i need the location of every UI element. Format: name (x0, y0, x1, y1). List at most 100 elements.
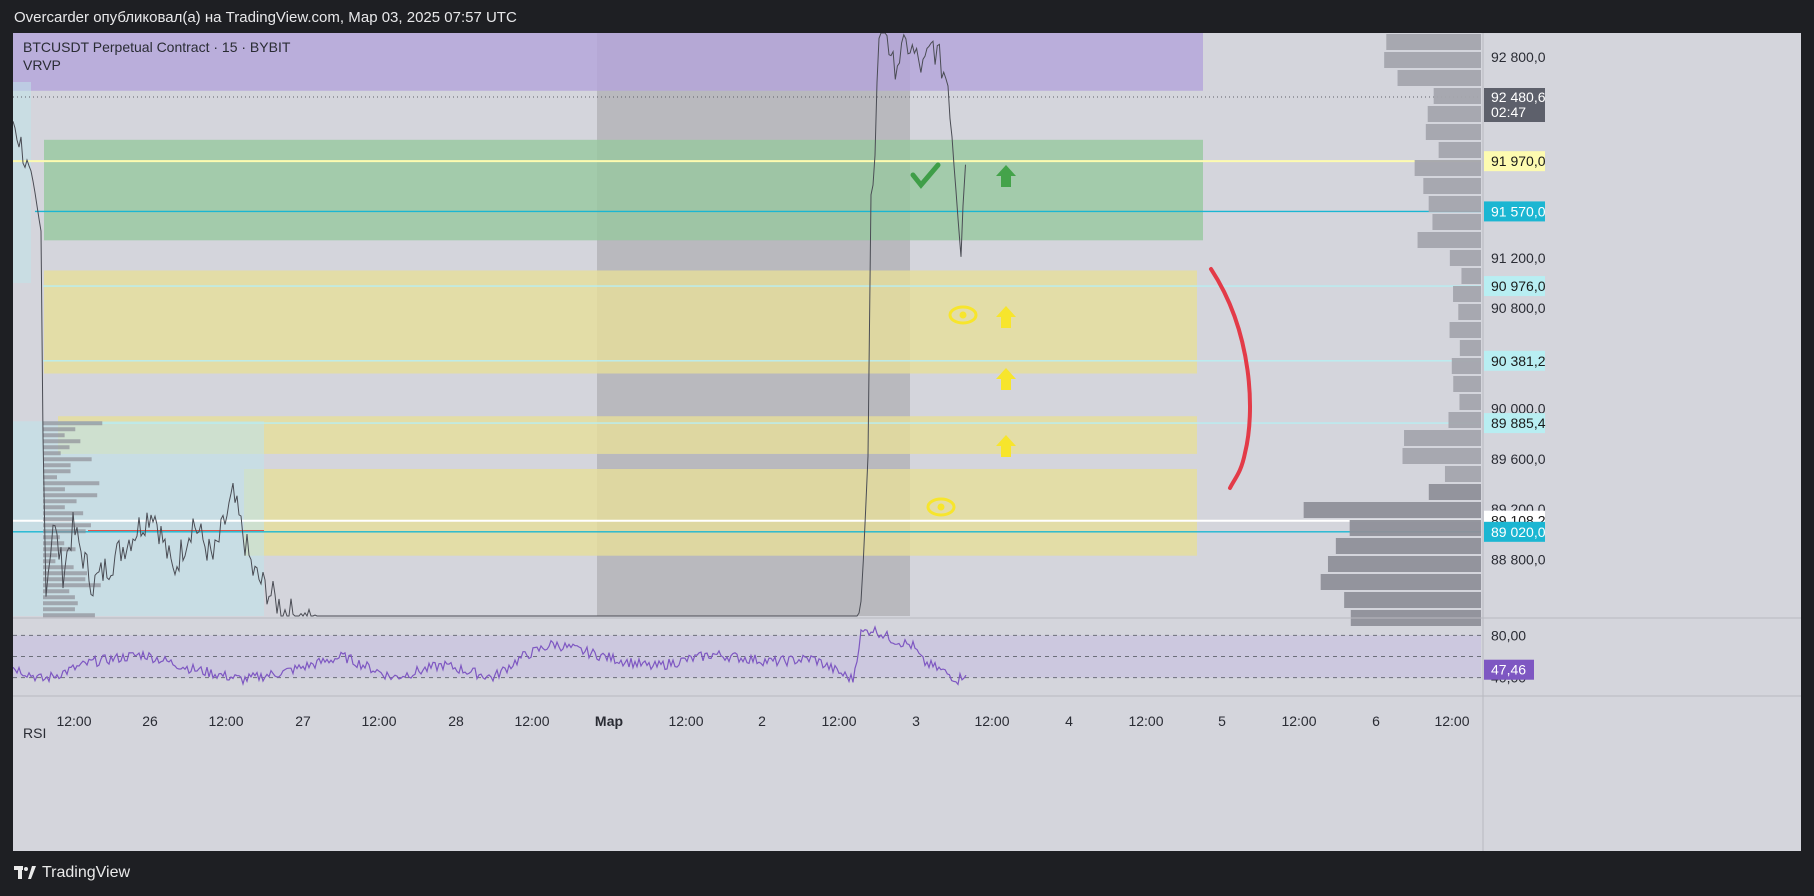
volume-profile-bar (1417, 232, 1481, 248)
publisher-line: Overcarder опубликовал(а) на TradingView… (14, 9, 517, 26)
volume-profile-bar (1433, 88, 1481, 104)
volume-profile-bar (1335, 538, 1481, 554)
rsi-legend[interactable]: RSI (23, 725, 46, 741)
volume-profile-bar (1397, 70, 1481, 86)
volume-profile-bar (1448, 412, 1481, 428)
time-tick-label: 2 (758, 713, 766, 729)
volume-profile-bar (1386, 34, 1481, 50)
time-tick-label: 26 (142, 713, 158, 729)
volume-profile-bar (1438, 142, 1481, 158)
rsi-current-label: 47,46 (1491, 662, 1526, 678)
session-volume-bar (43, 505, 65, 510)
volume-profile-bar (1451, 358, 1481, 374)
rsi-level-label: 80,00 (1491, 627, 1526, 643)
volume-profile-bar (1349, 520, 1481, 536)
volume-profile-bar (1432, 214, 1481, 230)
session-volume-bar (43, 451, 61, 456)
volume-profile-bar (1344, 592, 1481, 608)
session-volume-bar (43, 601, 78, 606)
volume-profile-bar (1453, 376, 1481, 392)
volume-profile-bar (1459, 394, 1481, 410)
volume-profile-bar (1449, 250, 1481, 266)
time-tick-label: 27 (295, 713, 311, 729)
session-volume-bar (43, 469, 71, 474)
level-badge-label: 91 570,0 (1491, 203, 1546, 219)
session-volume-bar (43, 607, 75, 612)
session-volume-bar (43, 595, 75, 600)
volume-profile-bar (1428, 196, 1481, 212)
session-volume-bar (43, 421, 103, 426)
brand-name: TradingView (42, 864, 131, 881)
volume-profile-bar (1327, 556, 1481, 572)
time-tick-label: 12:00 (208, 713, 243, 729)
level-badge-label: 90 976,0 (1491, 278, 1546, 294)
session-volume-bar (43, 583, 101, 588)
time-tick-label: 12:00 (361, 713, 396, 729)
session-volume-bar (43, 457, 92, 462)
time-tick-label: 6 (1372, 713, 1380, 729)
volume-profile-bar (1444, 466, 1481, 482)
volume-profile-bar (1458, 304, 1481, 320)
session-volume-bar (43, 511, 84, 516)
volume-profile-bar (1384, 52, 1481, 68)
eye-icon-1-pupil (959, 311, 967, 319)
session-volume-bar (43, 523, 91, 528)
session-volume-bar (43, 493, 98, 498)
price-tick-label: 89 600,0 (1491, 451, 1546, 467)
session-volume-bar (43, 445, 70, 450)
bar-countdown-label: 02:47 (1491, 104, 1526, 120)
time-tick-label: 12:00 (821, 713, 856, 729)
session-volume-bar (43, 613, 95, 618)
volume-profile-bar (1404, 430, 1481, 446)
price-chart-svg[interactable]: 92 800,091 200,090 800,090 000,089 600,0… (13, 33, 1801, 851)
volume-profile-bar (1303, 502, 1481, 518)
price-tick-label: 88 800,0 (1491, 551, 1546, 567)
volume-profile-bar (1459, 340, 1481, 356)
session-volume-bar (43, 499, 77, 504)
session-volume-bar (43, 481, 100, 486)
time-tick-label: 4 (1065, 713, 1073, 729)
time-tick-label: 12:00 (514, 713, 549, 729)
rsi-band (13, 635, 1481, 678)
level-badge-label: 89 885,4 (1491, 415, 1546, 431)
price-tick-label: 91 200,0 (1491, 250, 1546, 266)
session-volume-bar (43, 565, 74, 570)
volume-profile-bar (1402, 448, 1481, 464)
level-badge-label: 90 381,2 (1491, 353, 1546, 369)
session-volume-bar (43, 439, 81, 444)
chart-area[interactable]: 92 800,0 91 200,0 90 800,0 90 000,0 89 600,0… (13, 33, 1801, 851)
volume-profile-bar (1449, 322, 1481, 338)
time-tick-label: 3 (912, 713, 920, 729)
time-tick-label: 5 (1218, 713, 1226, 729)
price-tick-label: 92 800,0 (1491, 49, 1546, 65)
eye-icon-2-pupil (937, 503, 945, 511)
current-price-label: 92 480,6 (1491, 89, 1546, 105)
time-tick-label: Мар (595, 713, 623, 729)
volume-profile-bar (1425, 124, 1481, 140)
time-tick-label: 12:00 (1128, 713, 1163, 729)
session-volume-bar (43, 433, 65, 438)
left-value-area-top (13, 82, 31, 284)
session-volume-bar (43, 487, 65, 492)
red-brace-drawing (1209, 267, 1252, 490)
indicator-legend[interactable]: VRVP (23, 57, 61, 73)
publication-header: Overcarder опубликовал(а) на TradingView… (0, 0, 1814, 33)
time-tick-label: 12:00 (974, 713, 1009, 729)
time-tick-label: 12:00 (56, 713, 91, 729)
volume-profile-bar (1453, 286, 1481, 302)
tradingview-logo[interactable]: TradingView (14, 864, 130, 882)
price-tick-label: 90 800,0 (1491, 300, 1546, 316)
session-volume-bar (43, 463, 71, 468)
time-tick-label: 28 (448, 713, 464, 729)
demand-zone-yellow-3 (244, 468, 1197, 556)
volume-profile-bar (1461, 268, 1481, 284)
footer: TradingView (0, 851, 1814, 896)
symbol-legend[interactable]: BTCUSDT Perpetual Contract · 15 · BYBIT (23, 39, 290, 55)
time-tick-label: 12:00 (1281, 713, 1316, 729)
session-volume-bar (43, 529, 86, 534)
session-volume-bar (43, 427, 76, 432)
volume-profile-bar (1423, 178, 1481, 194)
demand-zone-green (44, 139, 1203, 241)
volume-profile-bar (1320, 574, 1481, 590)
session-volume-bar (43, 475, 57, 480)
